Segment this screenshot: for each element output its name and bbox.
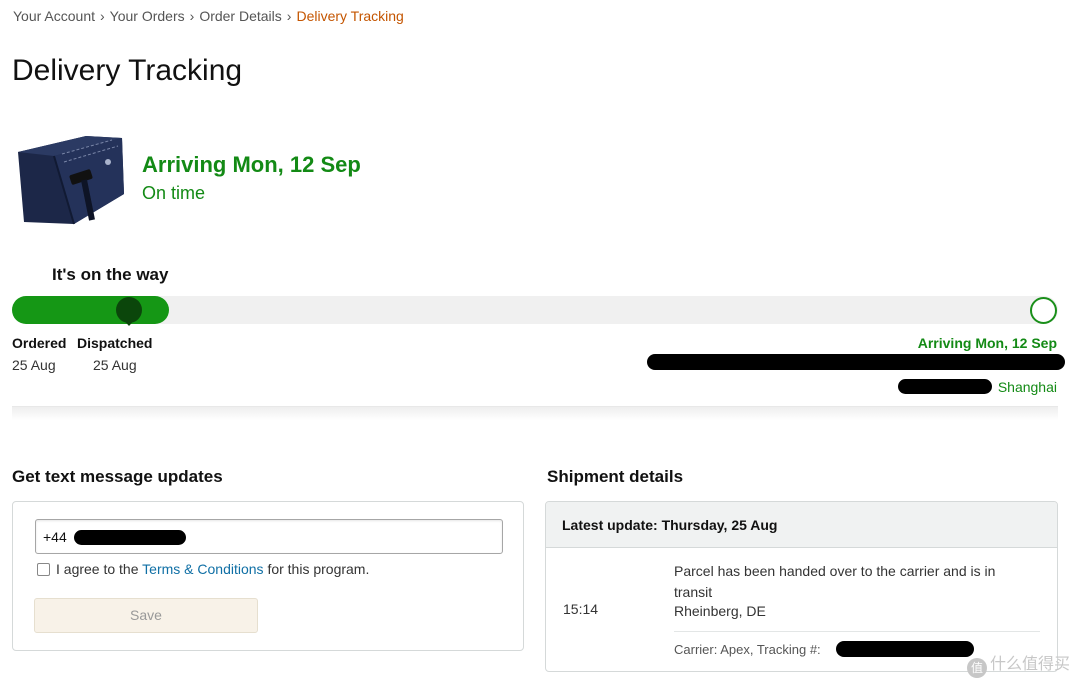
agree-prefix-text: I agree to the	[56, 561, 139, 577]
milestone-dispatched-date: 25 Aug	[93, 357, 137, 373]
progress-fill	[12, 296, 169, 324]
progress-track	[12, 296, 1058, 326]
redacted-city	[898, 379, 992, 394]
carrier-info: Carrier: Apex, Tracking #:	[674, 642, 821, 657]
destination-arrival-label: Arriving Mon, 12 Sep	[917, 335, 1057, 351]
phone-country-code: +44	[43, 529, 67, 545]
breadcrumb: Your Account › Your Orders › Order Details › D…	[13, 8, 404, 24]
destination-step-icon	[1030, 297, 1057, 324]
save-button[interactable]: Save	[34, 598, 258, 633]
current-step-marker	[116, 297, 142, 323]
watermark-logo-icon: 值	[966, 658, 987, 678]
phone-number-input[interactable]: +44	[35, 519, 503, 554]
terms-agreement-row: I agree to the Terms & Conditions for th…	[37, 561, 369, 577]
milestone-dispatched-label: Dispatched	[77, 335, 153, 351]
terms-checkbox[interactable]	[37, 563, 50, 576]
breadcrumb-separator: ›	[189, 8, 195, 24]
event-time: 15:14	[563, 601, 599, 617]
breadcrumb-order-details[interactable]: Order Details	[199, 8, 281, 24]
delivery-status: On time	[142, 183, 206, 203]
messenger-bag-icon	[18, 136, 124, 225]
latest-update-label: Latest update: Thursday, 25 Aug	[562, 517, 778, 533]
site-watermark: 值什么值得买	[966, 650, 1070, 678]
breadcrumb-current: Delivery Tracking	[296, 8, 404, 24]
redacted-tracking-number	[836, 641, 974, 657]
agree-suffix-text: for this program.	[267, 561, 370, 577]
product-image[interactable]	[14, 132, 126, 226]
destination-location: Shanghai	[997, 379, 1057, 395]
breadcrumb-separator: ›	[100, 8, 105, 24]
event-location: Rheinberg, DE	[674, 603, 766, 619]
milestone-ordered-label: Ordered	[12, 335, 67, 351]
page-title: Delivery Tracking	[12, 54, 243, 87]
redacted-address	[647, 354, 1065, 370]
shipment-details-panel: Latest update: Thursday, 25 Aug 15:14 Pa…	[545, 501, 1058, 672]
redacted-phone-number	[74, 530, 186, 545]
carrier-divider	[674, 631, 1040, 632]
shipment-header: Latest update: Thursday, 25 Aug	[546, 502, 1057, 548]
terms-conditions-link[interactable]: Terms & Conditions	[142, 561, 263, 577]
breadcrumb-your-orders[interactable]: Your Orders	[110, 8, 185, 24]
section-divider	[12, 406, 1058, 420]
watermark-text: 什么值得买	[989, 656, 1070, 673]
sms-section-title: Get text message updates	[12, 467, 223, 486]
event-description: Parcel has been handed over to the carri…	[674, 563, 996, 600]
arrival-date: Arriving Mon, 12 Sep	[142, 152, 361, 177]
breadcrumb-your-account[interactable]: Your Account	[13, 8, 95, 24]
milestone-ordered-date: 25 Aug	[12, 357, 56, 373]
breadcrumb-separator: ›	[286, 8, 292, 24]
tracking-headline: It's on the way	[52, 265, 169, 284]
shipment-section-title: Shipment details	[547, 467, 684, 486]
sms-updates-panel: +44 I agree to the Terms & Conditions fo…	[12, 501, 524, 651]
